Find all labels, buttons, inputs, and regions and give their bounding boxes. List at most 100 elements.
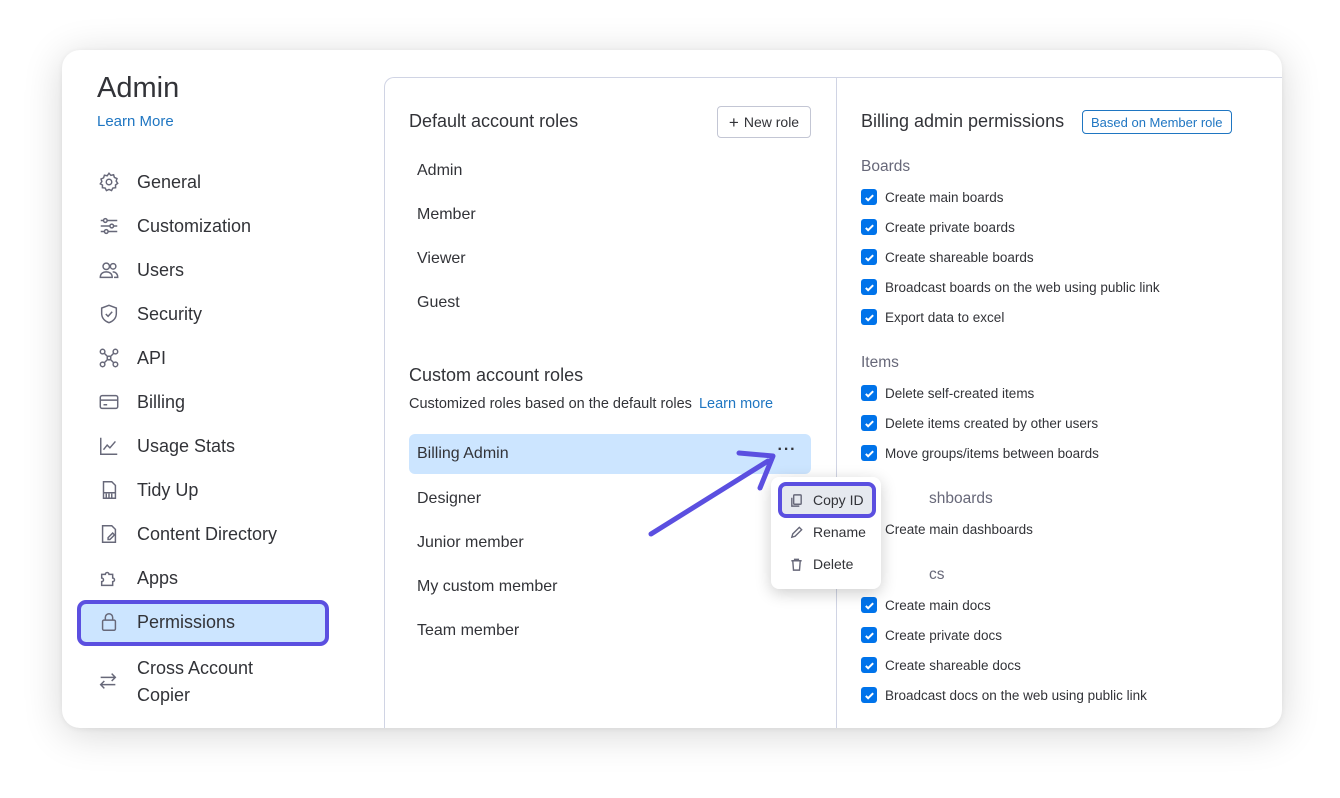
permission-label: Broadcast boards on the web using public… [885,279,1160,295]
trash-icon [791,558,802,571]
menu-item-label: Copy ID [813,492,864,508]
sidebar-item-content-directory[interactable]: Content Directory [97,516,317,552]
sidebar-item-billing[interactable]: Billing [97,384,317,420]
role-item[interactable]: Junior member [417,534,524,552]
users-icon [97,258,121,282]
menu-item-delete[interactable]: Delete [789,553,853,575]
shield-icon [97,302,121,326]
gear-icon [97,170,121,194]
sidebar-item-general[interactable]: General [97,164,317,200]
permission-label: Create shareable docs [885,657,1021,673]
role-item[interactable]: Designer [417,490,481,508]
menu-item-copy-id[interactable]: Copy ID [789,489,864,511]
sliders-icon [97,214,121,238]
default-roles-title: Default account roles [409,111,579,131]
custom-roles-subtitle: Customized roles based on the default ro… [409,396,773,412]
role-item[interactable]: Viewer [417,250,466,268]
credit-card-icon [97,390,121,414]
checkbox-checked-icon[interactable] [861,249,877,265]
sidebar-item-label: Permissions [137,611,236,632]
permission-checkbox[interactable]: Create private docs [861,625,1002,645]
permissions-title: Billing admin permissions [861,111,1065,131]
sidebar-item-label: Cross Account Copier [137,658,254,705]
group-label: Boards [861,158,911,175]
sidebar-item-api[interactable]: API [97,340,317,376]
menu-item-label: Delete [813,556,854,572]
permission-checkbox[interactable]: Create main dashboards [861,519,1033,539]
role-item[interactable]: Admin [417,162,462,180]
custom-learn-more-link[interactable]: Learn more [699,396,773,412]
permission-checkbox[interactable]: Move groups/items between boards [861,443,1099,463]
more-options-icon[interactable]: ··· [775,442,799,466]
sidebar-item-users[interactable]: Users [97,252,317,288]
role-label: Billing Admin [417,445,509,462]
sidebar-item-label: Usage Stats [137,435,236,456]
api-icon [97,346,121,370]
new-role-label: New role [743,114,800,130]
sidebar-item-customization[interactable]: Customization [97,208,317,244]
permission-checkbox[interactable]: Create shareable boards [861,247,1034,267]
role-item-selected[interactable]: Billing Admin ··· [409,434,811,474]
based-on-badge[interactable]: Based on Member role [1082,110,1232,134]
menu-item-rename[interactable]: Rename [789,521,866,543]
puzzle-icon [97,566,121,590]
permission-checkbox[interactable]: Create main boards [861,187,1004,207]
sidebar-item-cross-account-copier[interactable]: Cross Account Copier [97,654,337,710]
checkbox-checked-icon[interactable] [861,687,877,703]
sidebar-item-apps[interactable]: Apps [97,560,317,596]
page-title: Admin [97,72,180,104]
permission-checkbox[interactable]: Broadcast docs on the web using public l… [861,685,1147,705]
sidebar-item-security[interactable]: Security [97,296,317,332]
copy-icon [791,493,802,507]
pencil-icon [790,525,803,538]
permission-checkbox[interactable]: Create private boards [861,217,1015,237]
checkbox-checked-icon[interactable] [861,627,877,643]
lock-icon [97,610,121,634]
role-item[interactable]: Guest [417,294,460,312]
sidebar-item-label: General [137,171,202,192]
permissions-panel: Billing admin permissions Based on Membe… [836,77,1282,728]
custom-roles-subtitle-text: Customized roles based on the default ro… [409,396,692,412]
checkbox-checked-icon[interactable] [861,189,877,205]
new-role-button[interactable]: + New role [717,106,811,138]
sidebar-item-label: Tidy Up [137,479,199,500]
sidebar-item-label: Billing [137,391,186,412]
sidebar-item-usage-stats[interactable]: Usage Stats [97,428,317,464]
permission-checkbox[interactable]: Create main docs [861,595,991,615]
checkbox-checked-icon[interactable] [861,415,877,431]
permission-checkbox[interactable]: Broadcast boards on the web using public… [861,277,1160,297]
checkbox-checked-icon[interactable] [861,309,877,325]
sidebar-item-permissions[interactable]: Permissions [97,604,317,640]
permission-label: Move groups/items between boards [885,445,1099,461]
permission-label: Broadcast docs on the web using public l… [885,687,1147,703]
checkbox-checked-icon[interactable] [861,657,877,673]
menu-item-label: Rename [813,524,866,540]
permission-label: Create main dashboards [885,521,1033,537]
permission-label: Create main docs [885,597,991,613]
checkbox-checked-icon[interactable] [861,279,877,295]
role-item[interactable]: My custom member [417,578,557,596]
sidebar-item-label: Content Directory [137,523,278,544]
permission-checkbox[interactable]: Export data to excel [861,307,1004,327]
admin-card: Admin Learn More General Customization U… [62,50,1282,728]
checkbox-checked-icon[interactable] [861,219,877,235]
permission-label: Delete self-created items [885,385,1035,401]
chart-icon [97,434,121,458]
sidebar-item-label: Apps [137,567,179,588]
tidy-icon [97,478,121,502]
sidebar-item-label: Security [137,303,203,324]
permission-checkbox[interactable]: Delete items created by other users [861,413,1098,433]
permission-checkbox[interactable]: Create shareable docs [861,655,1021,675]
checkbox-checked-icon[interactable] [861,597,877,613]
learn-more-link[interactable]: Learn More [97,113,174,130]
checkbox-checked-icon[interactable] [861,445,877,461]
checkbox-checked-icon[interactable] [861,385,877,401]
permission-label: Create private boards [885,219,1015,235]
sidebar-item-tidy-up[interactable]: Tidy Up [97,472,317,508]
role-item[interactable]: Member [417,206,476,224]
permission-checkbox[interactable]: Delete self-created items [861,383,1034,403]
document-icon [97,522,121,546]
plus-icon: + [728,112,739,132]
permission-label: Export data to excel [885,309,1005,325]
role-item[interactable]: Team member [417,622,519,640]
